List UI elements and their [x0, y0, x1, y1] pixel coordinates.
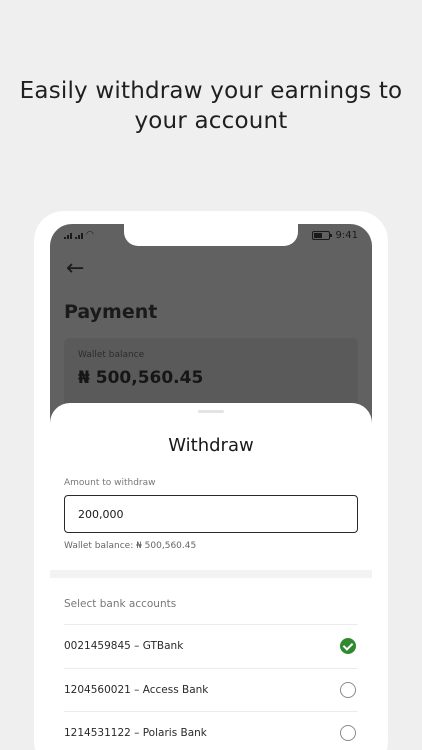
wifi-icon: ◠	[86, 230, 94, 240]
battery-icon	[311, 230, 332, 240]
promo-headline: Easily withdraw your earnings to your ac…	[19, 78, 403, 134]
phone-screen: ◠ 9:41 ← Payment Wallet balance ₦ 500,56…	[50, 224, 372, 750]
sheet-drag-handle[interactable]	[198, 410, 224, 413]
wallet-balance-card: Wallet balance ₦ 500,560.45	[64, 338, 358, 408]
status-bar-signal: ◠	[64, 228, 94, 242]
radio-unchecked-icon[interactable]	[340, 681, 356, 698]
section-divider	[50, 570, 372, 578]
cellular-signal-icon	[75, 232, 83, 239]
bank-accounts-label: Select bank accounts	[64, 598, 177, 610]
bank-account-row[interactable]: 0021459845 – GTBank	[64, 624, 358, 668]
amount-label: Amount to withdraw	[64, 478, 156, 488]
back-arrow-icon[interactable]: ←	[66, 256, 84, 281]
bank-account-label: 1214531122 – Polaris Bank	[64, 727, 207, 740]
bank-account-label: 0021459845 – GTBank	[64, 640, 184, 653]
withdraw-bottom-sheet: Withdraw Amount to withdraw Wallet balan…	[50, 403, 372, 750]
bank-account-list: 0021459845 – GTBank 1204560021 – Access …	[64, 624, 358, 750]
radio-unchecked-icon[interactable]	[340, 725, 356, 742]
radio-checked-icon[interactable]	[340, 638, 356, 655]
wallet-balance-label: Wallet balance	[78, 350, 145, 360]
bank-account-row[interactable]: 1214531122 – Polaris Bank	[64, 711, 358, 750]
amount-input[interactable]	[64, 495, 358, 533]
page-title: Payment	[64, 301, 158, 323]
wallet-balance-note: Wallet balance: ₦ 500,560.45	[64, 541, 197, 551]
sheet-title: Withdraw	[168, 435, 254, 456]
bank-account-row[interactable]: 1204560021 – Access Bank	[64, 667, 358, 712]
cellular-signal-icon	[64, 232, 72, 239]
bank-account-label: 1204560021 – Access Bank	[64, 683, 209, 696]
device-notch	[124, 224, 298, 246]
status-time: 9:41	[335, 229, 358, 241]
wallet-balance-amount: ₦ 500,560.45	[78, 368, 204, 388]
status-bar-right: 9:41	[311, 228, 358, 242]
